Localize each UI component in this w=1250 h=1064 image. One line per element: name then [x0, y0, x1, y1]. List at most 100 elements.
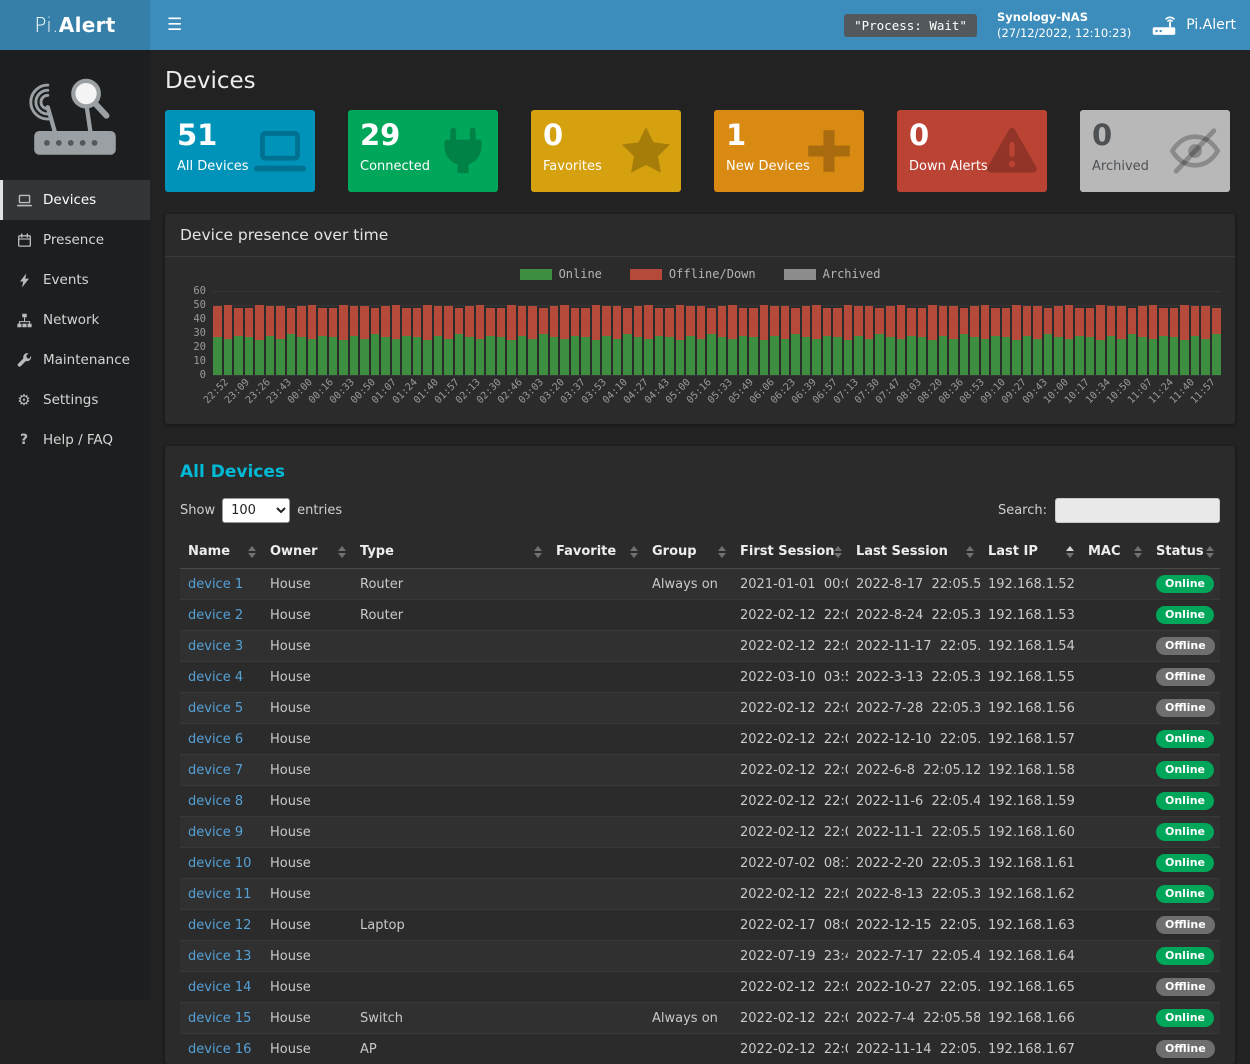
chart-bar	[550, 291, 559, 375]
cell-status: Offline	[1148, 662, 1220, 693]
device-link[interactable]: device 4	[188, 670, 243, 685]
device-link[interactable]: device 2	[188, 608, 243, 623]
chart-bar	[1212, 291, 1221, 375]
chart-bar	[854, 291, 863, 375]
cell-first-session: 2022-03-10 03:55	[732, 662, 848, 693]
summary-card-down-alerts[interactable]: 0Down Alerts	[897, 110, 1047, 192]
chart-bar	[907, 291, 916, 375]
device-link[interactable]: device 7	[188, 763, 243, 778]
legend-item-online[interactable]: Online	[520, 267, 602, 281]
column-header-first-session[interactable]: First Session	[732, 535, 848, 569]
summary-card-new-devices[interactable]: 1New Devices	[714, 110, 864, 192]
search-label: Search:	[998, 503, 1047, 518]
app-logo-text[interactable]: Pi.Alert	[0, 0, 150, 50]
device-link[interactable]: device 16	[188, 1042, 251, 1057]
cell-first-session: 2022-02-12 22:05	[732, 755, 848, 786]
column-header-favorite[interactable]: Favorite	[548, 535, 644, 569]
sidebar-item-help-faq[interactable]: ?Help / FAQ	[0, 420, 150, 460]
eye-slash-icon	[1169, 125, 1221, 177]
chart-bar	[1054, 291, 1063, 375]
cell-status: Offline	[1148, 631, 1220, 662]
search-input[interactable]	[1055, 498, 1220, 523]
column-header-owner[interactable]: Owner	[262, 535, 352, 569]
y-axis-label: 30	[193, 327, 206, 339]
chart-bar	[402, 291, 411, 375]
table-row: device 13House2022-07-19 23:452022-7-17 …	[180, 941, 1220, 972]
cell-last-session: 2022-11-6 22:05.47	[848, 786, 980, 817]
device-link[interactable]: device 14	[188, 980, 251, 995]
device-link[interactable]: device 8	[188, 794, 243, 809]
host-name: Synology-NAS	[997, 9, 1131, 25]
cell-name: device 3	[180, 631, 262, 662]
chart-bar	[507, 291, 516, 375]
wrench-icon	[15, 353, 33, 368]
cell-owner: House	[262, 817, 352, 848]
summary-card-archived[interactable]: 0Archived	[1080, 110, 1230, 192]
chart-plot-area	[213, 291, 1221, 375]
cell-owner: House	[262, 786, 352, 817]
chart-bar	[623, 291, 632, 375]
entries-label: entries	[297, 503, 342, 518]
chart-bar	[392, 291, 401, 375]
cell-group	[644, 786, 732, 817]
sidebar: DevicesPresenceEvents Network Maintenance⚙…	[0, 50, 150, 1000]
chart-bar	[760, 291, 769, 375]
cell-name: device 1	[180, 569, 262, 600]
header-app-link[interactable]: Pi.Alert	[1151, 14, 1236, 36]
device-link[interactable]: device 12	[188, 918, 251, 933]
sidebar-item-network[interactable]: Network	[0, 300, 150, 340]
summary-card-favorites[interactable]: 0Favorites	[531, 110, 681, 192]
column-header-last-session[interactable]: Last Session	[848, 535, 980, 569]
device-link[interactable]: device 15	[188, 1011, 251, 1026]
column-header-last-ip[interactable]: Last IP	[980, 535, 1080, 569]
column-header-name[interactable]: Name	[180, 535, 262, 569]
cell-status: Offline	[1148, 910, 1220, 941]
cell-last-session: 2022-3-13 22:05.35	[848, 662, 980, 693]
column-header-group[interactable]: Group	[644, 535, 732, 569]
cell-group: Always on	[644, 1003, 732, 1034]
cell-name: device 10	[180, 848, 262, 879]
summary-card-all-devices[interactable]: 51All Devices	[165, 110, 315, 192]
device-link[interactable]: device 11	[188, 887, 251, 902]
summary-card-connected[interactable]: 29Connected	[348, 110, 498, 192]
cell-mac	[1080, 755, 1148, 786]
column-header-mac[interactable]: MAC	[1080, 535, 1148, 569]
column-header-type[interactable]: Type	[352, 535, 548, 569]
sidebar-item-devices[interactable]: Devices	[0, 180, 150, 220]
cell-group	[644, 910, 732, 941]
cell-group	[644, 662, 732, 693]
sidebar-item-settings[interactable]: ⚙Settings	[0, 380, 150, 420]
cell-mac	[1080, 1003, 1148, 1034]
device-link[interactable]: device 6	[188, 732, 243, 747]
sidebar-item-events[interactable]: Events	[0, 260, 150, 300]
device-link[interactable]: device 9	[188, 825, 243, 840]
legend-item-offline-down[interactable]: Offline/Down	[630, 267, 756, 281]
table-row: device 8 House 2022-02-12 22:052022-11-6 2…	[180, 786, 1220, 817]
y-axis-label: 20	[193, 341, 206, 353]
sidebar-item-presence[interactable]: Presence	[0, 220, 150, 260]
device-link[interactable]: device 1	[188, 577, 243, 592]
sidebar-item-maintenance[interactable]: Maintenance	[0, 340, 150, 380]
legend-label: Online	[559, 267, 602, 281]
cell-mac	[1080, 817, 1148, 848]
device-link[interactable]: device 13	[188, 949, 251, 964]
column-header-status[interactable]: Status	[1148, 535, 1220, 569]
question-icon: ?	[15, 433, 33, 447]
cell-status: Online	[1148, 941, 1220, 972]
chart-bar	[1107, 291, 1116, 375]
cell-first-session: 2022-02-12 22:05	[732, 786, 848, 817]
cell-first-session: 2022-07-19 23:45	[732, 941, 848, 972]
legend-item-archived[interactable]: Archived	[784, 267, 881, 281]
device-link[interactable]: device 5	[188, 701, 243, 716]
cell-mac	[1080, 941, 1148, 972]
page-size-select[interactable]: 100	[222, 498, 290, 523]
sidebar-toggle-button[interactable]: ☰	[150, 15, 199, 35]
cell-group	[644, 1034, 732, 1064]
device-link[interactable]: device 3	[188, 639, 243, 654]
devices-panel: All Devices Show 100 entries Search: Nam…	[165, 446, 1235, 1064]
sidebar-item-label: Network	[43, 312, 99, 328]
device-link[interactable]: device 10	[188, 856, 251, 871]
status-badge: Online	[1156, 761, 1214, 779]
legend-swatch	[520, 269, 552, 280]
chart-bar	[455, 291, 464, 375]
